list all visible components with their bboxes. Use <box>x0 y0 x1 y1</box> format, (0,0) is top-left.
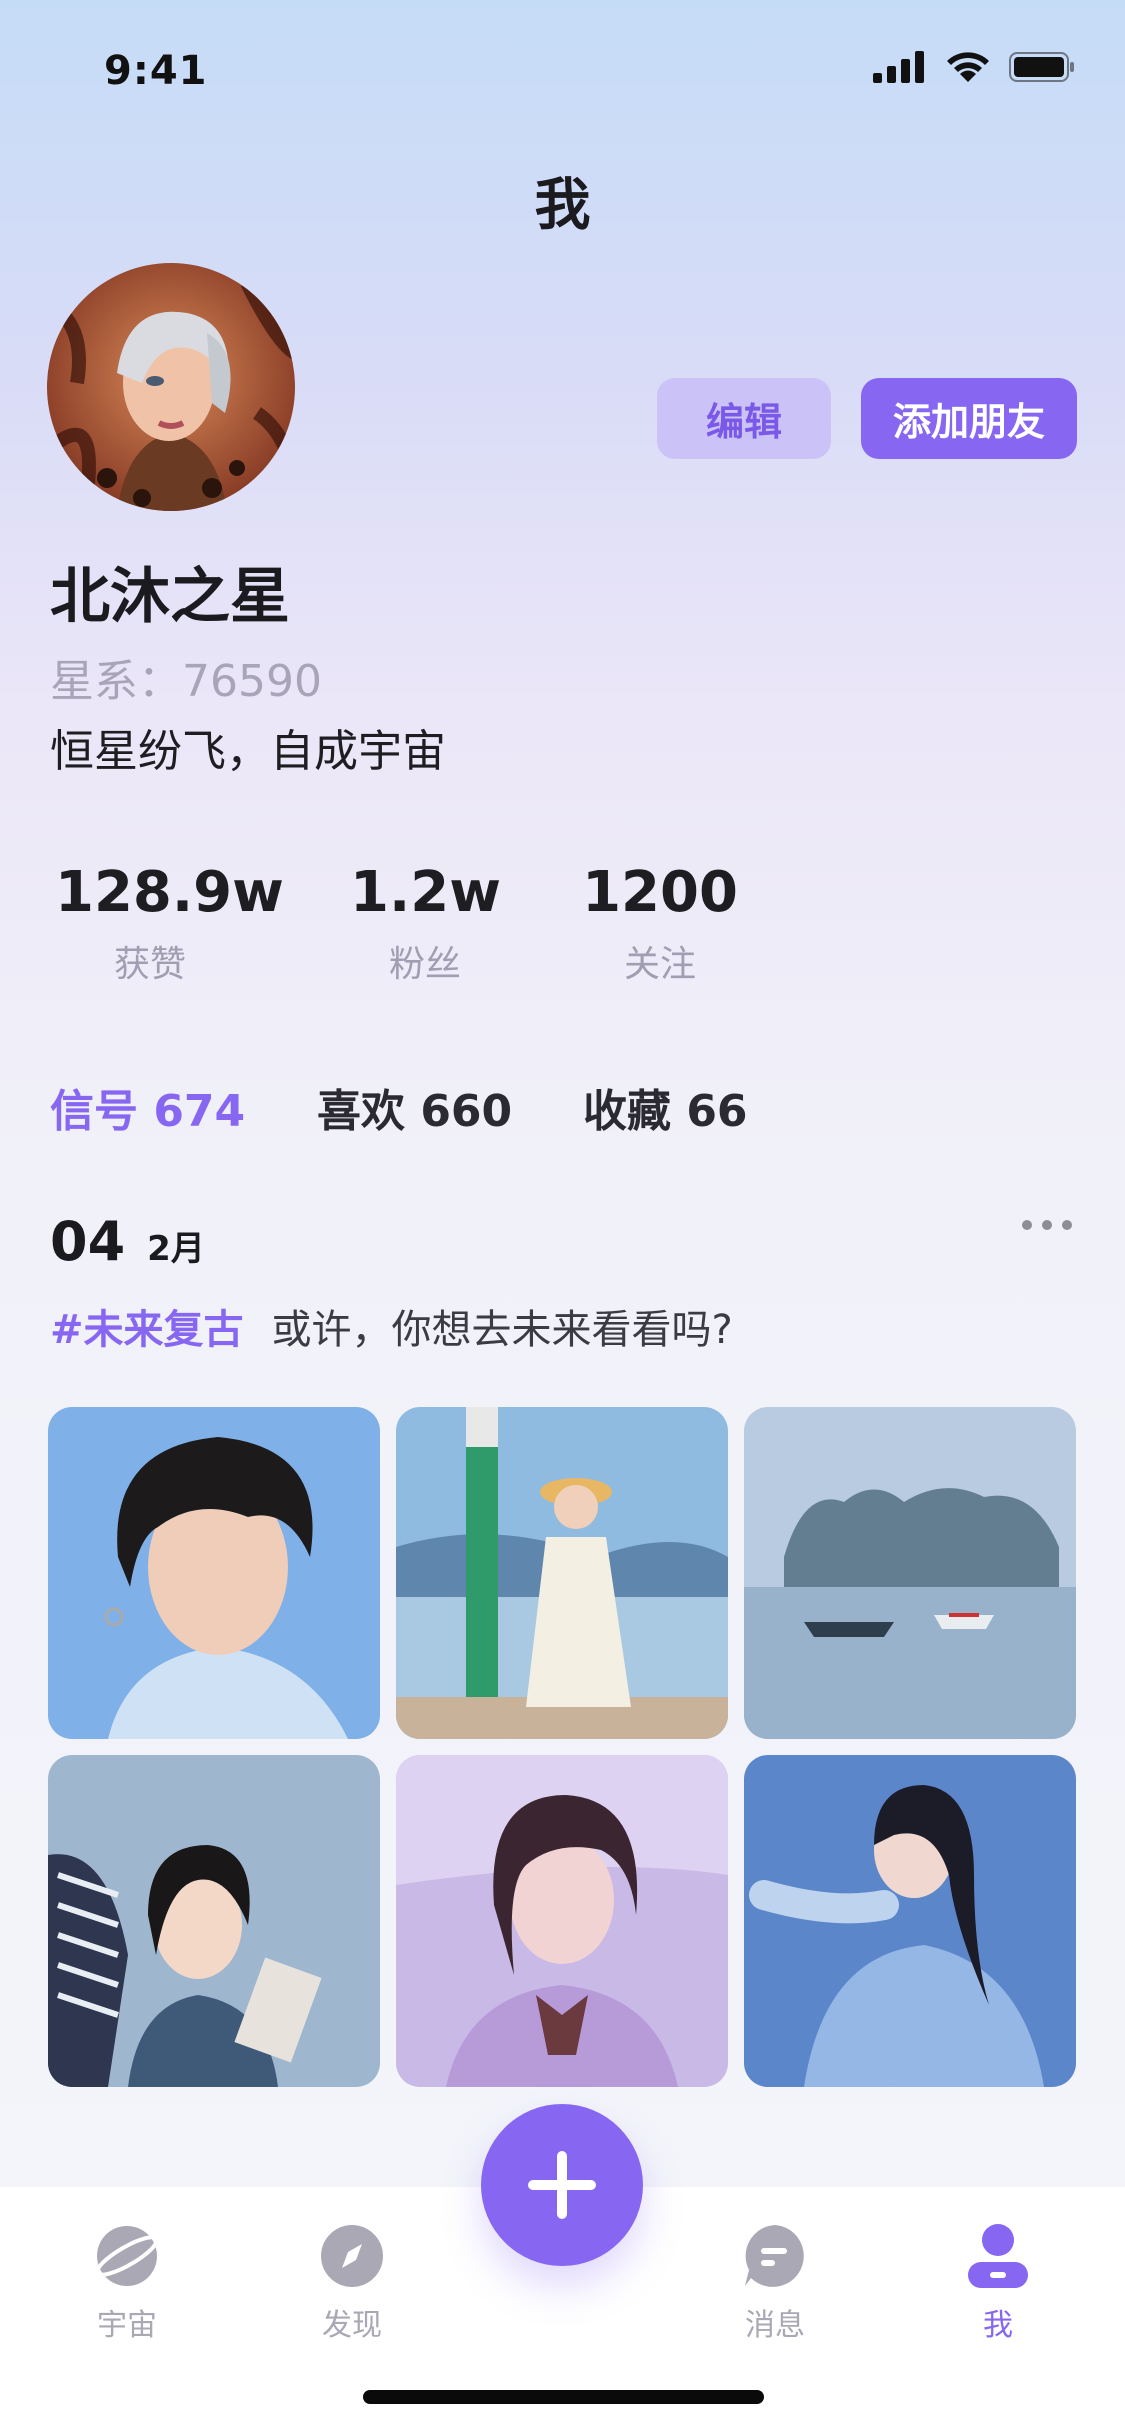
photo-thumbnail[interactable] <box>744 1755 1076 2087</box>
status-bar: 9:41 <box>0 0 1125 140</box>
post-month: 2月 <box>147 1229 205 1269</box>
message-icon <box>745 2225 804 2287</box>
photo-grid <box>48 1407 1078 2087</box>
stat-label: 关注 <box>623 944 696 985</box>
photo-thumbnail[interactable] <box>396 1407 728 1739</box>
tab-label: 消息 <box>745 2308 805 2343</box>
battery-icon <box>1009 52 1074 82</box>
edit-button[interactable]: 编辑 <box>657 378 831 459</box>
stat-fans[interactable]: 1.2w 粉丝 <box>350 860 501 987</box>
photo-thumbnail[interactable] <box>48 1755 380 2087</box>
photo-thumbnail[interactable] <box>48 1407 380 1739</box>
user-icon <box>968 2224 1028 2288</box>
status-icons <box>873 50 1075 84</box>
galaxy-id: 星系：76590 <box>50 656 322 707</box>
tab-favorites[interactable]: 收藏 66 <box>583 1075 748 1139</box>
planet-icon <box>95 2226 159 2286</box>
avatar[interactable] <box>47 263 295 511</box>
stat-following[interactable]: 1200 关注 <box>580 860 740 987</box>
stat-value: 128.9w <box>55 860 284 925</box>
bio: 恒星纷飞，自成宇宙 <box>50 726 446 777</box>
tab-signals[interactable]: 信号 674 <box>50 1075 245 1139</box>
more-icon[interactable] <box>1022 1210 1082 1240</box>
tab-messages[interactable]: 消息 <box>695 2222 855 2344</box>
photo-thumbnail[interactable] <box>744 1407 1076 1739</box>
tab-universe[interactable]: 宇宙 <box>47 2222 207 2344</box>
stat-label: 粉丝 <box>388 944 461 985</box>
stat-label: 获赞 <box>113 944 186 985</box>
compass-icon <box>321 2225 383 2287</box>
post-date: 04 2月 <box>50 1210 205 1273</box>
tab-likes[interactable]: 喜欢 660 <box>317 1075 512 1139</box>
post-day: 04 <box>50 1210 126 1273</box>
tab-label: 宇宙 <box>97 2308 157 2343</box>
tab-me[interactable]: 我 <box>918 2222 1078 2344</box>
status-time: 9:41 <box>104 48 208 94</box>
post-tag[interactable]: #未来复古 <box>50 1307 244 1353</box>
wifi-icon <box>947 52 989 82</box>
add-friend-button[interactable]: 添加朋友 <box>861 378 1077 459</box>
stat-likes[interactable]: 128.9w 获赞 <box>55 860 284 987</box>
page-title: 我 <box>534 173 591 238</box>
home-indicator <box>363 2390 764 2404</box>
stat-value: 1200 <box>582 860 738 925</box>
username: 北沐之星 <box>50 562 290 632</box>
photo-thumbnail[interactable] <box>396 1755 728 2087</box>
post-body: 或许，你想去未来看看吗? <box>271 1307 733 1353</box>
stat-value: 1.2w <box>350 860 501 925</box>
tab-discover[interactable]: 发现 <box>272 2222 432 2344</box>
signal-icon <box>873 51 924 83</box>
avatar-image <box>47 263 295 511</box>
create-post-button[interactable] <box>481 2104 643 2266</box>
post-text: #未来复古 或许，你想去未来看看吗? <box>50 1297 733 1355</box>
plus-icon <box>528 2151 596 2219</box>
tab-label: 我 <box>983 2308 1013 2343</box>
tab-label: 发现 <box>322 2308 382 2343</box>
